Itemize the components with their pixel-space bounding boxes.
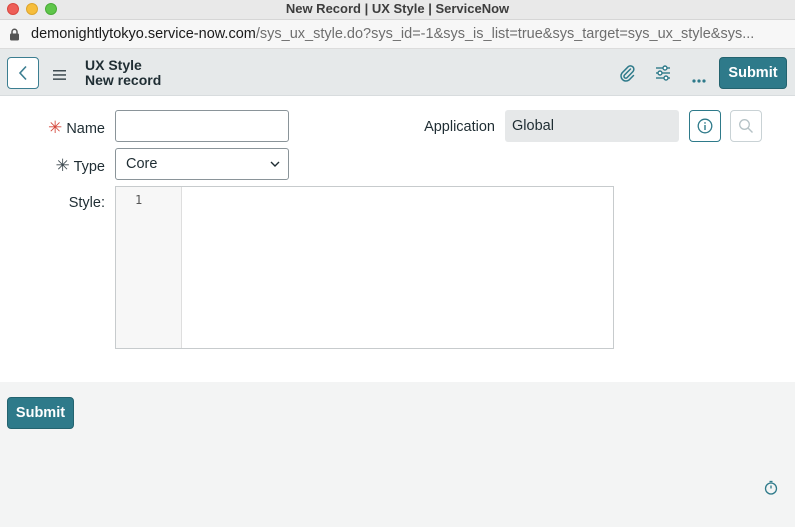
application-lookup-button[interactable] bbox=[730, 110, 762, 142]
type-selected-value: Core bbox=[126, 156, 158, 172]
url-path: /sys_ux_style.do?sys_id=-1&sys_is_list=t… bbox=[255, 26, 755, 42]
window-titlebar: New Record | UX Style | ServiceNow bbox=[0, 0, 795, 20]
type-label: ✳ Type bbox=[40, 156, 105, 176]
more-options-icon[interactable] bbox=[692, 70, 706, 88]
name-input[interactable] bbox=[115, 110, 289, 142]
response-time-icon[interactable] bbox=[764, 480, 778, 500]
application-info-button[interactable] bbox=[689, 110, 721, 142]
window-title: New Record | UX Style | ServiceNow bbox=[285, 1, 510, 16]
info-icon bbox=[697, 118, 713, 134]
editor-gutter: 1 bbox=[116, 187, 182, 348]
url-host: demonightlytokyo.service-now.com bbox=[31, 26, 256, 42]
table-name: UX Style bbox=[85, 57, 142, 73]
hamburger-menu-icon[interactable] bbox=[53, 67, 66, 85]
application-label: Application bbox=[424, 119, 495, 135]
line-number: 1 bbox=[135, 193, 143, 207]
name-label-text: Name bbox=[66, 121, 105, 137]
record-form: ✳ Name Application Global ✳ Type Core St… bbox=[0, 96, 795, 382]
type-select[interactable]: Core bbox=[115, 148, 289, 180]
chevron-left-icon bbox=[18, 65, 27, 81]
required-indicator: ✳ bbox=[55, 156, 70, 175]
address-bar[interactable]: demonightlytokyo.service-now.com/sys_ux_… bbox=[0, 20, 795, 49]
name-label: ✳ Name bbox=[40, 118, 105, 138]
header-submit-button[interactable]: Submit bbox=[719, 57, 787, 89]
record-name: New record bbox=[85, 72, 162, 88]
paperclip-icon[interactable] bbox=[619, 64, 635, 87]
style-code-editor[interactable]: 1 bbox=[115, 186, 614, 349]
back-button[interactable] bbox=[7, 57, 39, 89]
personalize-sliders-icon[interactable] bbox=[655, 65, 671, 86]
search-icon bbox=[739, 119, 753, 133]
chevron-down-icon bbox=[270, 161, 280, 167]
url-text: demonightlytokyo.service-now.com/sys_ux_… bbox=[31, 26, 754, 42]
required-indicator: ✳ bbox=[48, 118, 63, 137]
form-header: UX Style New record Submit bbox=[0, 49, 795, 96]
style-label: Style: bbox=[68, 195, 105, 211]
lock-icon bbox=[9, 28, 20, 45]
footer-submit-button[interactable]: Submit bbox=[7, 397, 74, 429]
type-label-text: Type bbox=[73, 159, 105, 175]
header-title: UX Style New record bbox=[85, 58, 161, 88]
application-field: Global bbox=[505, 110, 679, 142]
